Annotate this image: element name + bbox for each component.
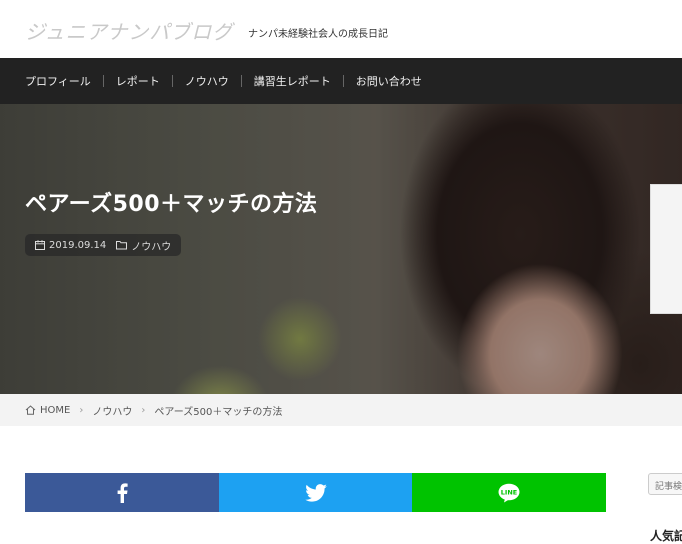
article-meta: 2019.09.14 ノウハウ <box>25 234 182 256</box>
chevron-right-icon: › <box>79 404 84 416</box>
facebook-icon <box>117 482 128 503</box>
breadcrumb-category[interactable]: ノウハウ <box>92 403 132 418</box>
article-date: 2019.09.14 <box>49 239 107 251</box>
site-header: ジュニアナンパブログ ナンパ未経験社会人の成長日記 <box>0 0 682 58</box>
calendar-icon <box>35 240 45 250</box>
breadcrumb-home[interactable]: HOME <box>25 405 70 416</box>
breadcrumb: HOME › ノウハウ › ペアーズ500＋マッチの方法 <box>0 394 682 426</box>
chevron-right-icon: › <box>141 404 146 416</box>
folder-icon <box>116 241 128 250</box>
article-title: ペアーズ500＋マッチの方法 <box>25 192 318 217</box>
share-line-button[interactable]: LINE <box>412 473 607 512</box>
share-facebook-button[interactable] <box>25 473 219 512</box>
nav-divider <box>171 75 173 87</box>
twitter-icon <box>304 483 327 502</box>
line-icon-text: LINE <box>501 488 517 496</box>
article-category[interactable]: ノウハウ <box>131 238 171 253</box>
article-hero: ペアーズ500＋マッチの方法 2019.09.14 ノウハウ <box>0 104 682 394</box>
share-twitter-button[interactable] <box>218 473 413 512</box>
global-nav: プロフィール レポート ノウハウ 講習生レポート お問い合わせ <box>0 58 682 104</box>
nav-item-profile[interactable]: プロフィール <box>25 73 91 89</box>
nav-item-knowhow[interactable]: ノウハウ <box>185 73 229 89</box>
breadcrumb-home-label: HOME <box>40 404 71 416</box>
site-tagline: ナンパ未経験社会人の成長日記 <box>248 29 388 40</box>
site-title[interactable]: ジュニアナンパブログ <box>25 16 233 45</box>
share-buttons: LINE <box>25 473 607 512</box>
breadcrumb-current: ペアーズ500＋マッチの方法 <box>154 406 283 418</box>
nav-item-report[interactable]: レポート <box>116 73 160 89</box>
hero-side-panel <box>650 184 682 314</box>
nav-item-contact[interactable]: お問い合わせ <box>356 73 422 89</box>
nav-divider <box>240 75 242 87</box>
nav-item-student-report[interactable]: 講習生レポート <box>254 73 331 89</box>
home-icon <box>25 405 36 415</box>
sidebar-search-input[interactable]: 記事検 <box>648 473 682 495</box>
line-icon: LINE <box>498 483 520 502</box>
sidebar-popular-heading: 人気記 <box>650 529 682 543</box>
nav-divider <box>102 75 104 87</box>
nav-divider <box>342 75 344 87</box>
